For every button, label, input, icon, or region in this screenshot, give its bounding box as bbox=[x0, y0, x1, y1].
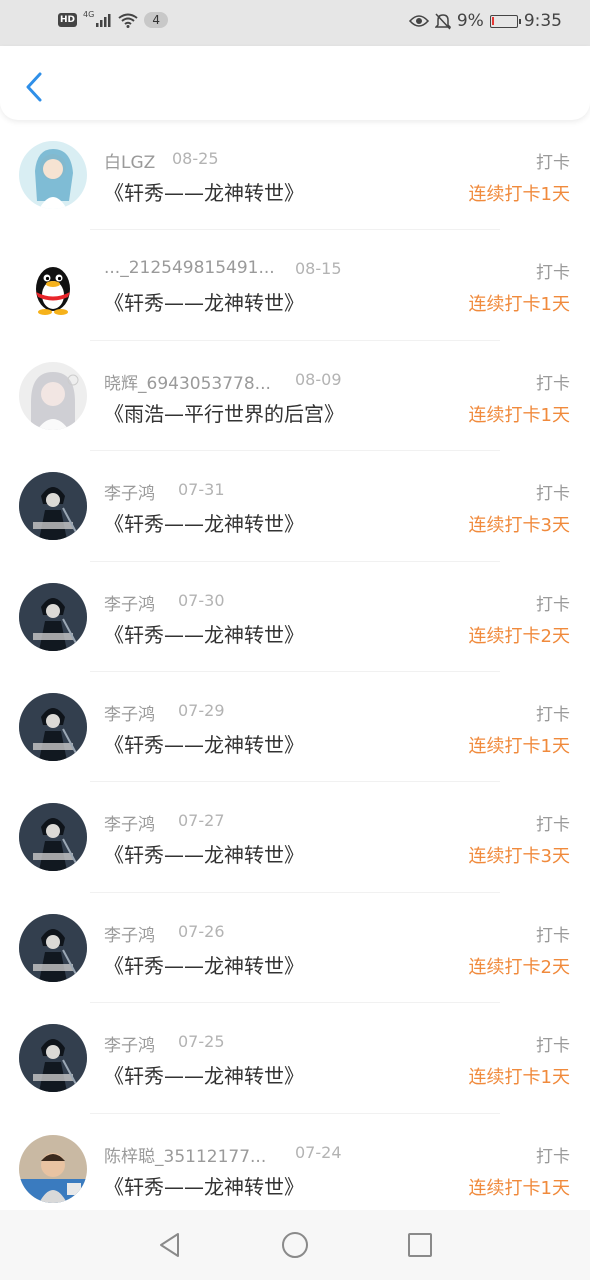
streak-label: 连续打卡2天 bbox=[468, 625, 570, 647]
record-type-label: 打卡 bbox=[536, 1036, 570, 1057]
eye-icon bbox=[408, 15, 429, 27]
book-title[interactable]: 《轩秀——龙神转世》 bbox=[104, 508, 304, 537]
user-name: ..._212549815491... bbox=[104, 258, 275, 279]
list-item[interactable]: 李子鸿 07-26 《轩秀——龙神转世》 打卡连续打卡2天 bbox=[0, 893, 590, 1004]
hd-indicator: HD bbox=[58, 13, 78, 27]
book-title[interactable]: 《轩秀——龙神转世》 bbox=[104, 1171, 304, 1200]
chevron-left-icon[interactable] bbox=[22, 70, 48, 104]
user-name: 陈梓聪_35112177... bbox=[104, 1146, 267, 1167]
avatar[interactable] bbox=[19, 251, 87, 320]
record-type-label: 打卡 bbox=[536, 484, 570, 505]
streak-label: 连续打卡1天 bbox=[468, 294, 570, 316]
mute-bell-icon bbox=[434, 12, 451, 30]
user-name: 李子鸿 bbox=[104, 704, 155, 725]
record-type-label: 打卡 bbox=[536, 263, 570, 284]
list-item[interactable]: 白LGZ 08-25 《轩秀——龙神转世》 打卡连续打卡1天 bbox=[0, 120, 590, 231]
avatar[interactable] bbox=[19, 692, 87, 761]
checkin-date: 07-30 bbox=[178, 590, 225, 610]
system-navigation-bar bbox=[0, 1210, 590, 1280]
streak-label: 连续打卡3天 bbox=[468, 515, 570, 537]
user-name: 李子鸿 bbox=[104, 484, 155, 505]
status-bar: HD 4G 4 9% 9:35 bbox=[0, 0, 590, 46]
book-title[interactable]: 《雨浩—平行世界的后宫》 bbox=[104, 398, 344, 427]
avatar[interactable] bbox=[19, 913, 87, 982]
streak-label: 连续打卡1天 bbox=[468, 1067, 570, 1089]
streak-label: 连续打卡1天 bbox=[468, 1177, 570, 1199]
avatar[interactable] bbox=[19, 361, 87, 430]
triangle-back-icon[interactable] bbox=[155, 1230, 185, 1260]
streak-label: 连续打卡1天 bbox=[468, 404, 570, 426]
avatar[interactable] bbox=[19, 141, 87, 209]
clock: 9:35 bbox=[523, 11, 562, 31]
streak-label: 连续打卡1天 bbox=[468, 184, 570, 205]
record-type-label: 打卡 bbox=[536, 704, 570, 725]
book-title[interactable]: 《轩秀——龙神转世》 bbox=[104, 177, 304, 206]
avatar[interactable] bbox=[19, 1134, 87, 1203]
checkin-date: 08-15 bbox=[295, 259, 342, 279]
book-title[interactable]: 《轩秀——龙神转世》 bbox=[104, 950, 304, 979]
wifi-icon bbox=[118, 13, 138, 28]
status-right: 9% 9:35 bbox=[408, 11, 562, 31]
signal-icon bbox=[96, 14, 111, 27]
battery-percent: 9% bbox=[456, 11, 484, 31]
list-item[interactable]: 李子鸿 07-29 《轩秀——龙神转世》 打卡连续打卡1天 bbox=[0, 672, 590, 783]
user-name: 李子鸿 bbox=[104, 925, 155, 946]
avatar[interactable] bbox=[19, 582, 87, 651]
user-name: 晓辉_6943053778... bbox=[104, 373, 271, 394]
record-type-label: 打卡 bbox=[536, 1146, 570, 1167]
checkin-date: 07-26 bbox=[178, 921, 225, 941]
avatar[interactable] bbox=[19, 472, 87, 541]
checkin-date: 07-29 bbox=[178, 700, 225, 720]
checkin-date: 07-24 bbox=[295, 1142, 342, 1162]
top-app-bar bbox=[0, 46, 590, 120]
battery-icon bbox=[489, 14, 521, 28]
circle-home-icon[interactable] bbox=[280, 1230, 310, 1260]
streak-label: 连续打卡1天 bbox=[468, 735, 570, 757]
checkin-date: 08-09 bbox=[295, 369, 342, 389]
list-item[interactable]: 李子鸿 07-30 《轩秀——龙神转世》 打卡连续打卡2天 bbox=[0, 562, 590, 673]
list-item[interactable]: 李子鸿 07-27 《轩秀——龙神转世》 打卡连续打卡3天 bbox=[0, 782, 590, 894]
streak-label: 连续打卡3天 bbox=[468, 846, 570, 868]
status-left: HD 4G 4 bbox=[58, 9, 168, 28]
book-title[interactable]: 《轩秀——龙神转世》 bbox=[104, 839, 304, 868]
record-type-label: 打卡 bbox=[536, 153, 570, 173]
record-type-label: 打卡 bbox=[536, 594, 570, 615]
user-name: 李子鸿 bbox=[104, 1036, 155, 1057]
user-name: 李子鸿 bbox=[104, 594, 155, 615]
record-type-label: 打卡 bbox=[536, 925, 570, 946]
checkin-record-list: 白LGZ 08-25 《轩秀——龙神转世》 打卡 连续打卡1天 ..._212549815… bbox=[0, 120, 590, 1210]
checkin-date: 07-27 bbox=[178, 811, 225, 831]
battery-level bbox=[491, 16, 494, 25]
book-title[interactable]: 《轩秀——龙神转世》 bbox=[104, 729, 304, 758]
book-title[interactable]: 《轩秀——龙神转世》 bbox=[104, 1060, 304, 1089]
list-item[interactable]: 李子鸿 07-31 《轩秀——龙神转世》 打卡连续打卡3天 bbox=[0, 451, 590, 562]
book-title[interactable]: 《轩秀——龙神转世》 bbox=[104, 287, 304, 316]
user-name: 李子鸿 bbox=[104, 815, 155, 836]
streak-label: 连续打卡2天 bbox=[468, 956, 570, 978]
network-type: 4G bbox=[83, 9, 95, 19]
record-type-label: 打卡 bbox=[536, 815, 570, 836]
user-name: 白LGZ bbox=[104, 153, 156, 173]
avatar[interactable] bbox=[19, 803, 87, 872]
checkin-date: 08-25 bbox=[172, 149, 219, 168]
list-item[interactable]: 晓辉_6943053778... 08-09 《雨浩—平行世界的后宫》 打卡连续打卡1… bbox=[0, 341, 590, 452]
list-item[interactable]: ..._212549815491... 08-15 《轩秀——龙神转世》 打卡连续打卡… bbox=[0, 230, 590, 342]
notification-count-badge: 4 bbox=[144, 12, 168, 28]
avatar[interactable] bbox=[19, 1024, 87, 1093]
list-item[interactable]: 李子鸿 07-25 《轩秀——龙神转世》 打卡连续打卡1天 bbox=[0, 1003, 590, 1114]
checkin-date: 07-25 bbox=[178, 1032, 225, 1052]
list-item[interactable]: 陈梓聪_35112177... 07-24 《轩秀——龙神转世》 打卡连续打卡1天 bbox=[0, 1114, 590, 1210]
square-recents-icon[interactable] bbox=[405, 1230, 435, 1260]
checkin-date: 07-31 bbox=[178, 480, 225, 500]
book-title[interactable]: 《轩秀——龙神转世》 bbox=[104, 619, 304, 648]
record-type-label: 打卡 bbox=[536, 373, 570, 394]
